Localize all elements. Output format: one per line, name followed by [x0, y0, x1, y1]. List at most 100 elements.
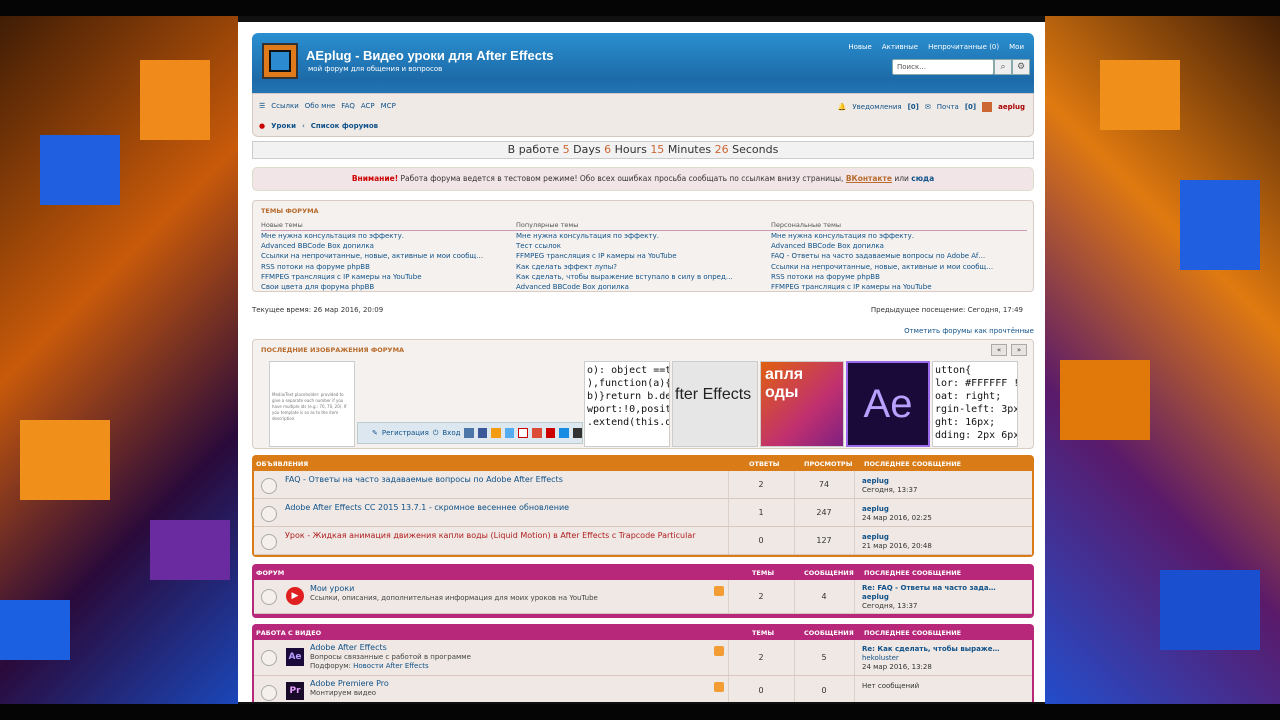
topic-link[interactable]: Мне нужна консультация по эффекту. [261, 232, 517, 242]
forum-title[interactable]: Мои уроки [310, 584, 354, 593]
forum-title[interactable]: Adobe Premiere Pro [310, 679, 389, 688]
site-logo[interactable] [262, 43, 298, 79]
gear-icon[interactable]: ⚙ [1012, 59, 1030, 75]
image-thumb[interactable]: utton{ lor: #FFFFFF ! oat: right; rgin-l… [932, 361, 1018, 447]
forum-description: Вопросы связанные с работой в программе [310, 653, 471, 661]
prev-button[interactable]: « [991, 344, 1007, 356]
last-post-time: 24 мар 2016, 13:28 [862, 663, 932, 671]
topic-link[interactable]: Тест ссылок [516, 242, 772, 252]
last-post-user[interactable]: hekoluster [862, 654, 899, 662]
forum-icon [261, 589, 277, 605]
last-post-time: Сегодня, 13:37 [862, 602, 918, 610]
google-icon[interactable] [532, 428, 542, 438]
topic-link[interactable]: Ссылки на непрочитанные, новые, активные… [771, 263, 1027, 273]
image-thumb[interactable]: Media/Text placeholder: provided to give… [269, 361, 355, 447]
forum-title[interactable]: Adobe After Effects [310, 643, 387, 652]
col-posts: СООБЩЕНИЯ [804, 569, 854, 577]
notice-link-here[interactable]: сюда [911, 174, 934, 183]
announcement-row[interactable]: Урок - Жидкая анимация движения капли во… [254, 527, 1032, 555]
mail-link[interactable]: Почта [937, 103, 959, 111]
topic-link[interactable]: FAQ - Ответы на часто задаваемые вопросы… [771, 252, 1027, 262]
topic-link[interactable]: Мне нужна консультация по эффекту. [516, 232, 772, 242]
topic-link[interactable]: Свои цвета для форума phpBB [261, 283, 517, 293]
vk-icon[interactable] [464, 428, 474, 438]
yandex-icon[interactable] [518, 428, 529, 438]
login-link[interactable]: Вход [442, 429, 460, 437]
last-post-user[interactable]: aeplug [862, 533, 889, 541]
image-thumb[interactable]: Ae [846, 361, 930, 447]
link-new[interactable]: Новые [848, 43, 872, 51]
topic-title[interactable]: Урок - Жидкая анимация движения капли во… [285, 531, 696, 540]
announcements-header: ОБЪЯВЛЕНИЯ ОТВЕТЫ ПРОСМОТРЫ ПОСЛЕДНЕЕ СО… [254, 457, 1032, 471]
last-post-user[interactable]: aeplug [862, 477, 889, 485]
twitter-icon[interactable] [504, 428, 515, 438]
topic-link[interactable]: RSS потоки на форуме phpBB [261, 263, 517, 273]
timer-hours: 6 [604, 143, 612, 156]
topic-link[interactable]: Ссылки на непрочитанные, новые, активные… [261, 252, 517, 262]
notifications-link[interactable]: Уведомления [852, 103, 901, 111]
mailru-icon[interactable] [559, 428, 569, 438]
post-count: 0 [821, 686, 827, 695]
topic-title[interactable]: FAQ - Ответы на часто задаваемые вопросы… [285, 475, 563, 484]
topic-link[interactable]: Мне нужна консультация по эффекту. [771, 232, 1027, 242]
link-mine[interactable]: Мои [1009, 43, 1024, 51]
nav-about[interactable]: Обо мне [305, 102, 336, 110]
steam-icon[interactable] [572, 428, 583, 438]
nav-acp[interactable]: ACP [361, 102, 375, 110]
site-title[interactable]: AEplug - Видео уроки для After Effects [306, 48, 554, 63]
nav-links-link[interactable]: Ссылки [271, 102, 299, 110]
notice-link-vk[interactable]: ВКонтакте [846, 174, 892, 183]
topic-link[interactable]: RSS потоки на форуме phpBB [771, 273, 1027, 283]
mark-read-link[interactable]: Отметить форумы как прочтённые [904, 327, 1034, 335]
forum-row[interactable]: Pr Adobe Premiere Pro Монтируем видео 0 … [254, 676, 1032, 702]
video-section: РАБОТА С ВИДЕО ТЕМЫ СООБЩЕНИЯ ПОСЛЕДНЕЕ … [252, 624, 1034, 702]
forum-row[interactable]: Ae Adobe After Effects Вопросы связанные… [254, 640, 1032, 676]
rss-icon[interactable] [714, 682, 724, 692]
nav-faq[interactable]: FAQ [341, 102, 355, 110]
image-thumb[interactable]: апля оды [760, 361, 844, 447]
menu-icon: ☰ [259, 102, 266, 110]
subforum-line: Подфорум: Новости After Effects [310, 662, 429, 670]
ok-icon[interactable] [491, 428, 501, 438]
link-active[interactable]: Активные [882, 43, 918, 51]
youtube-icon[interactable] [545, 428, 556, 438]
topic-link[interactable]: Как сделать эффект лупы? [516, 263, 772, 273]
last-post-time: Сегодня, 13:37 [862, 486, 918, 494]
announcement-row[interactable]: FAQ - Ответы на часто задаваемые вопросы… [254, 471, 1032, 499]
search-icon[interactable]: ⌕ [994, 59, 1012, 75]
uptime-timer: В работе 5 Days 6 Hours 15 Minutes 26 Se… [252, 141, 1034, 159]
last-post-title[interactable]: Re: Как сделать, чтобы выраже… [862, 645, 1000, 653]
topic-link[interactable]: FFMPEG трансляция с IP камеры на YouTube [771, 283, 1027, 293]
last-post-title[interactable]: Re: FAQ - Ответы на часто задa… [862, 584, 996, 592]
topic-link[interactable]: FFMPEG трансляция с IP камеры на YouTube [516, 252, 772, 262]
mail-icon: ✉ [924, 103, 931, 111]
rss-icon[interactable] [714, 646, 724, 656]
last-post-user[interactable]: aeplug [862, 505, 889, 513]
facebook-icon[interactable] [477, 428, 488, 438]
topic-link[interactable]: Advanced BBCode Box допилка [771, 242, 1027, 252]
breadcrumb-home[interactable]: Уроки [271, 122, 296, 130]
next-button[interactable]: » [1011, 344, 1027, 356]
register-link[interactable]: Регистрация [382, 429, 429, 437]
image-thumb[interactable]: o): object ==typ ),function(a){fun b)}re… [584, 361, 670, 447]
user-menu[interactable]: aeplug [998, 103, 1025, 111]
link-unread[interactable]: Непрочитанные (0) [928, 43, 999, 51]
topic-link[interactable]: Как сделать, чтобы выражение вступало в … [516, 273, 772, 283]
last-post-time: 21 мар 2016, 20:48 [862, 542, 932, 550]
forum-row[interactable]: ▶ Мои уроки Ссылки, описания, дополнител… [254, 580, 1032, 614]
breadcrumb-current[interactable]: Список форумов [311, 122, 378, 130]
subforum-link[interactable]: Новости After Effects [353, 662, 428, 670]
topic-link[interactable]: Advanced BBCode Box допилка [516, 283, 772, 293]
announcement-row[interactable]: Adobe After Effects CC 2015 13.7.1 - скр… [254, 499, 1032, 527]
forum-icon [261, 650, 277, 666]
topic-link[interactable]: Advanced BBCode Box допилка [261, 242, 517, 252]
topic-link[interactable]: FFMPEG трансляция с IP камеры на YouTube [261, 273, 517, 283]
search-input[interactable]: Поиск… [892, 59, 994, 75]
topic-icon [261, 478, 277, 494]
topic-title[interactable]: Adobe After Effects CC 2015 13.7.1 - скр… [285, 503, 569, 512]
nav-mcp[interactable]: MCP [381, 102, 396, 110]
image-thumb[interactable]: fter Effects [672, 361, 758, 447]
last-post-user[interactable]: aeplug [862, 593, 889, 601]
rss-icon[interactable] [714, 586, 724, 596]
timer-prefix: В работе [507, 143, 560, 156]
